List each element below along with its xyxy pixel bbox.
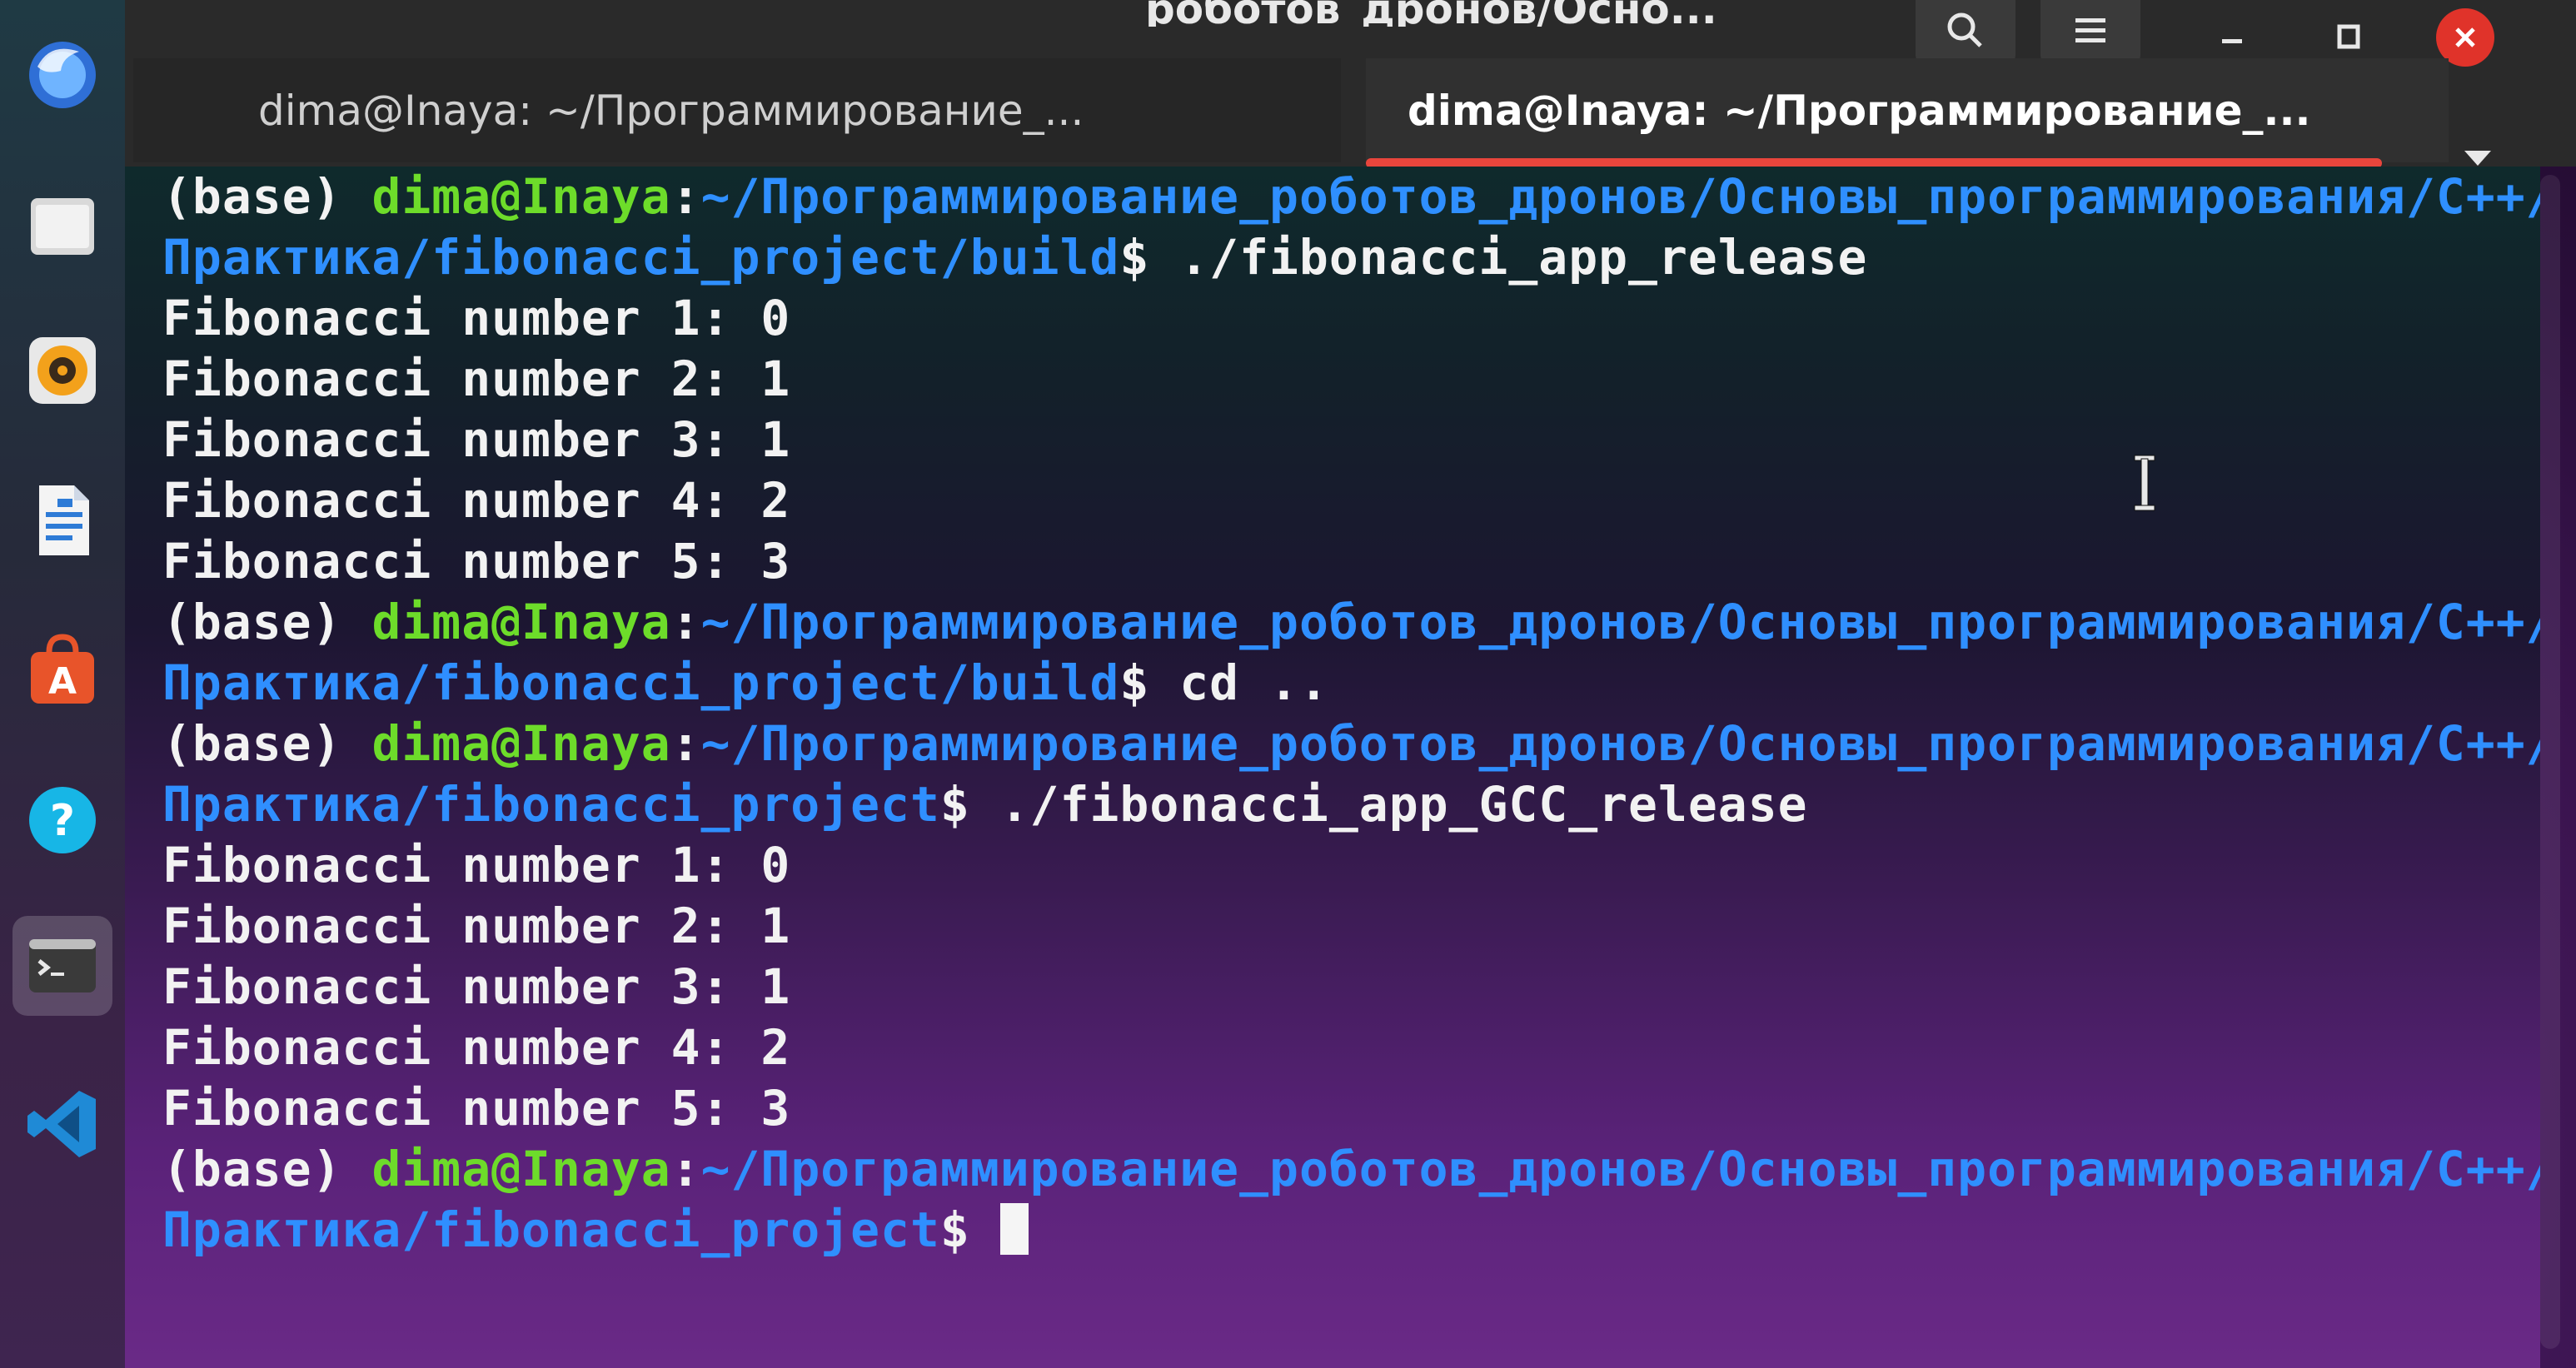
window-title: _роботов_дронов/Осно... <box>1124 0 1717 27</box>
dock-item-vscode[interactable] <box>12 1074 112 1174</box>
dock-item-files[interactable] <box>12 175 112 275</box>
output-line: Fibonacci number 3: 1 <box>162 958 791 1015</box>
dock-item-terminal[interactable] <box>12 916 112 1016</box>
prompt-path: ~/Программирование_роботов_дронов/Основы… <box>700 594 2540 650</box>
music-icon <box>29 337 96 404</box>
maximize-icon <box>2337 24 2360 49</box>
hamburger-menu-icon <box>2075 18 2105 42</box>
prompt-user: dima@Inaya <box>371 1141 671 1197</box>
prompt-line: (base) dima@Inaya:~/Программирование_роб… <box>162 714 2540 774</box>
output-line: Fibonacci number 1: 0 <box>162 290 791 346</box>
prompt-line: Практика/fibonacci_project$ ./fibonacci_… <box>162 774 2540 835</box>
output-line: Fibonacci number 3: 1 <box>162 411 791 468</box>
search-button[interactable] <box>1916 0 2015 67</box>
text-cursor <box>999 1203 1029 1255</box>
output-line: Fibonacci number 1: 0 <box>162 837 791 893</box>
dock-item-writer[interactable] <box>12 470 112 570</box>
prompt-path: ~/Программирование_роботов_дронов/Основы… <box>700 1141 2540 1197</box>
prompt-colon: : <box>670 715 701 772</box>
firefox-icon <box>29 42 96 108</box>
prompt-user: dima@Inaya <box>371 168 671 225</box>
prompt-line: (base) dima@Inaya:~/Программирование_роб… <box>162 1139 2540 1200</box>
output-line: Fibonacci number 2: 1 <box>162 898 791 954</box>
prompt-path: Практика/fibonacci_project <box>162 776 940 833</box>
prompt-base: (base) <box>162 594 372 650</box>
tab-label: dima@Inaya: ~/Программирование_... <box>1408 86 2311 135</box>
prompt-base: (base) <box>162 168 372 225</box>
tab-terminal-2[interactable]: dima@Inaya: ~/Программирование_... <box>1366 58 2449 162</box>
prompt-dollar: $ <box>939 776 970 833</box>
svg-text:A: A <box>48 660 77 703</box>
menu-button[interactable] <box>2040 0 2140 67</box>
output-line: Fibonacci number 2: 1 <box>162 351 791 407</box>
tab-label: dima@Inaya: ~/Программирование_... <box>258 86 1084 135</box>
dock-item-help[interactable]: ? <box>12 770 112 870</box>
prompt-path: Практика/fibonacci_project/build <box>162 229 1120 286</box>
command-text: ./fibonacci_app_GCC_release <box>969 776 1808 833</box>
dock-item-firefox[interactable] <box>12 25 112 125</box>
output-line: Fibonacci number 5: 3 <box>162 1080 791 1137</box>
prompt-base: (base) <box>162 1141 372 1197</box>
prompt-path: ~/Программирование_роботов_дронов/Основы… <box>700 715 2540 772</box>
prompt-line: Практика/fibonacci_project/build$ cd .. <box>162 653 2540 714</box>
close-icon <box>2455 27 2475 47</box>
terminal-output[interactable]: (base) dima@Inaya:~/Программирование_роб… <box>125 167 2540 1368</box>
output-line: Fibonacci number 5: 3 <box>162 533 791 589</box>
prompt-line-current[interactable]: Практика/fibonacci_project$ <box>162 1200 2540 1261</box>
dock-item-software[interactable]: A <box>12 620 112 720</box>
software-store-icon: A <box>31 634 94 704</box>
output-line: Fibonacci number 4: 2 <box>162 1019 791 1076</box>
help-icon: ? <box>29 787 96 853</box>
prompt-colon: : <box>670 168 701 225</box>
output-line: Fibonacci number 4: 2 <box>162 472 791 529</box>
command-text: ./fibonacci_app_release <box>1149 229 1868 286</box>
prompt-path: Практика/fibonacci_project/build <box>162 654 1120 711</box>
terminal-icon <box>29 939 96 992</box>
prompt-base: (base) <box>162 715 372 772</box>
desktop-screen: A ? _роботов_дронов/Осно... dima@Inaya: … <box>0 0 2576 1368</box>
prompt-dollar: $ <box>1119 229 1150 286</box>
prompt-line: (base) dima@Inaya:~/Программирование_роб… <box>162 167 2540 227</box>
document-icon <box>39 485 89 555</box>
dock-item-rhythmbox[interactable] <box>12 321 112 420</box>
prompt-colon: : <box>670 1141 701 1197</box>
terminal-scrollbar[interactable] <box>2540 175 2560 1349</box>
minimize-icon <box>2222 39 2242 43</box>
dock: A ? <box>0 0 125 1368</box>
tab-terminal-1[interactable]: dima@Inaya: ~/Программирование_... <box>133 58 1341 162</box>
folder-icon <box>31 198 94 255</box>
prompt-dollar: $ <box>939 1201 970 1258</box>
prompt-colon: : <box>670 594 701 650</box>
command-text: cd .. <box>1149 654 1329 711</box>
prompt-line: Практика/fibonacci_project/build$ ./fibo… <box>162 227 2540 288</box>
svg-text:?: ? <box>50 796 75 846</box>
command-input[interactable] <box>970 1201 1000 1258</box>
ibeam-cursor-icon <box>2134 455 2155 511</box>
prompt-user: dima@Inaya <box>371 715 671 772</box>
prompt-user: dima@Inaya <box>371 594 671 650</box>
prompt-path: ~/Программирование_роботов_дронов/Основы… <box>700 168 2540 225</box>
prompt-line: (base) dima@Inaya:~/Программирование_роб… <box>162 592 2540 653</box>
prompt-path: Практика/fibonacci_project <box>162 1201 940 1258</box>
vscode-icon <box>27 1091 96 1157</box>
search-icon <box>1947 12 1982 47</box>
prompt-dollar: $ <box>1119 654 1150 711</box>
